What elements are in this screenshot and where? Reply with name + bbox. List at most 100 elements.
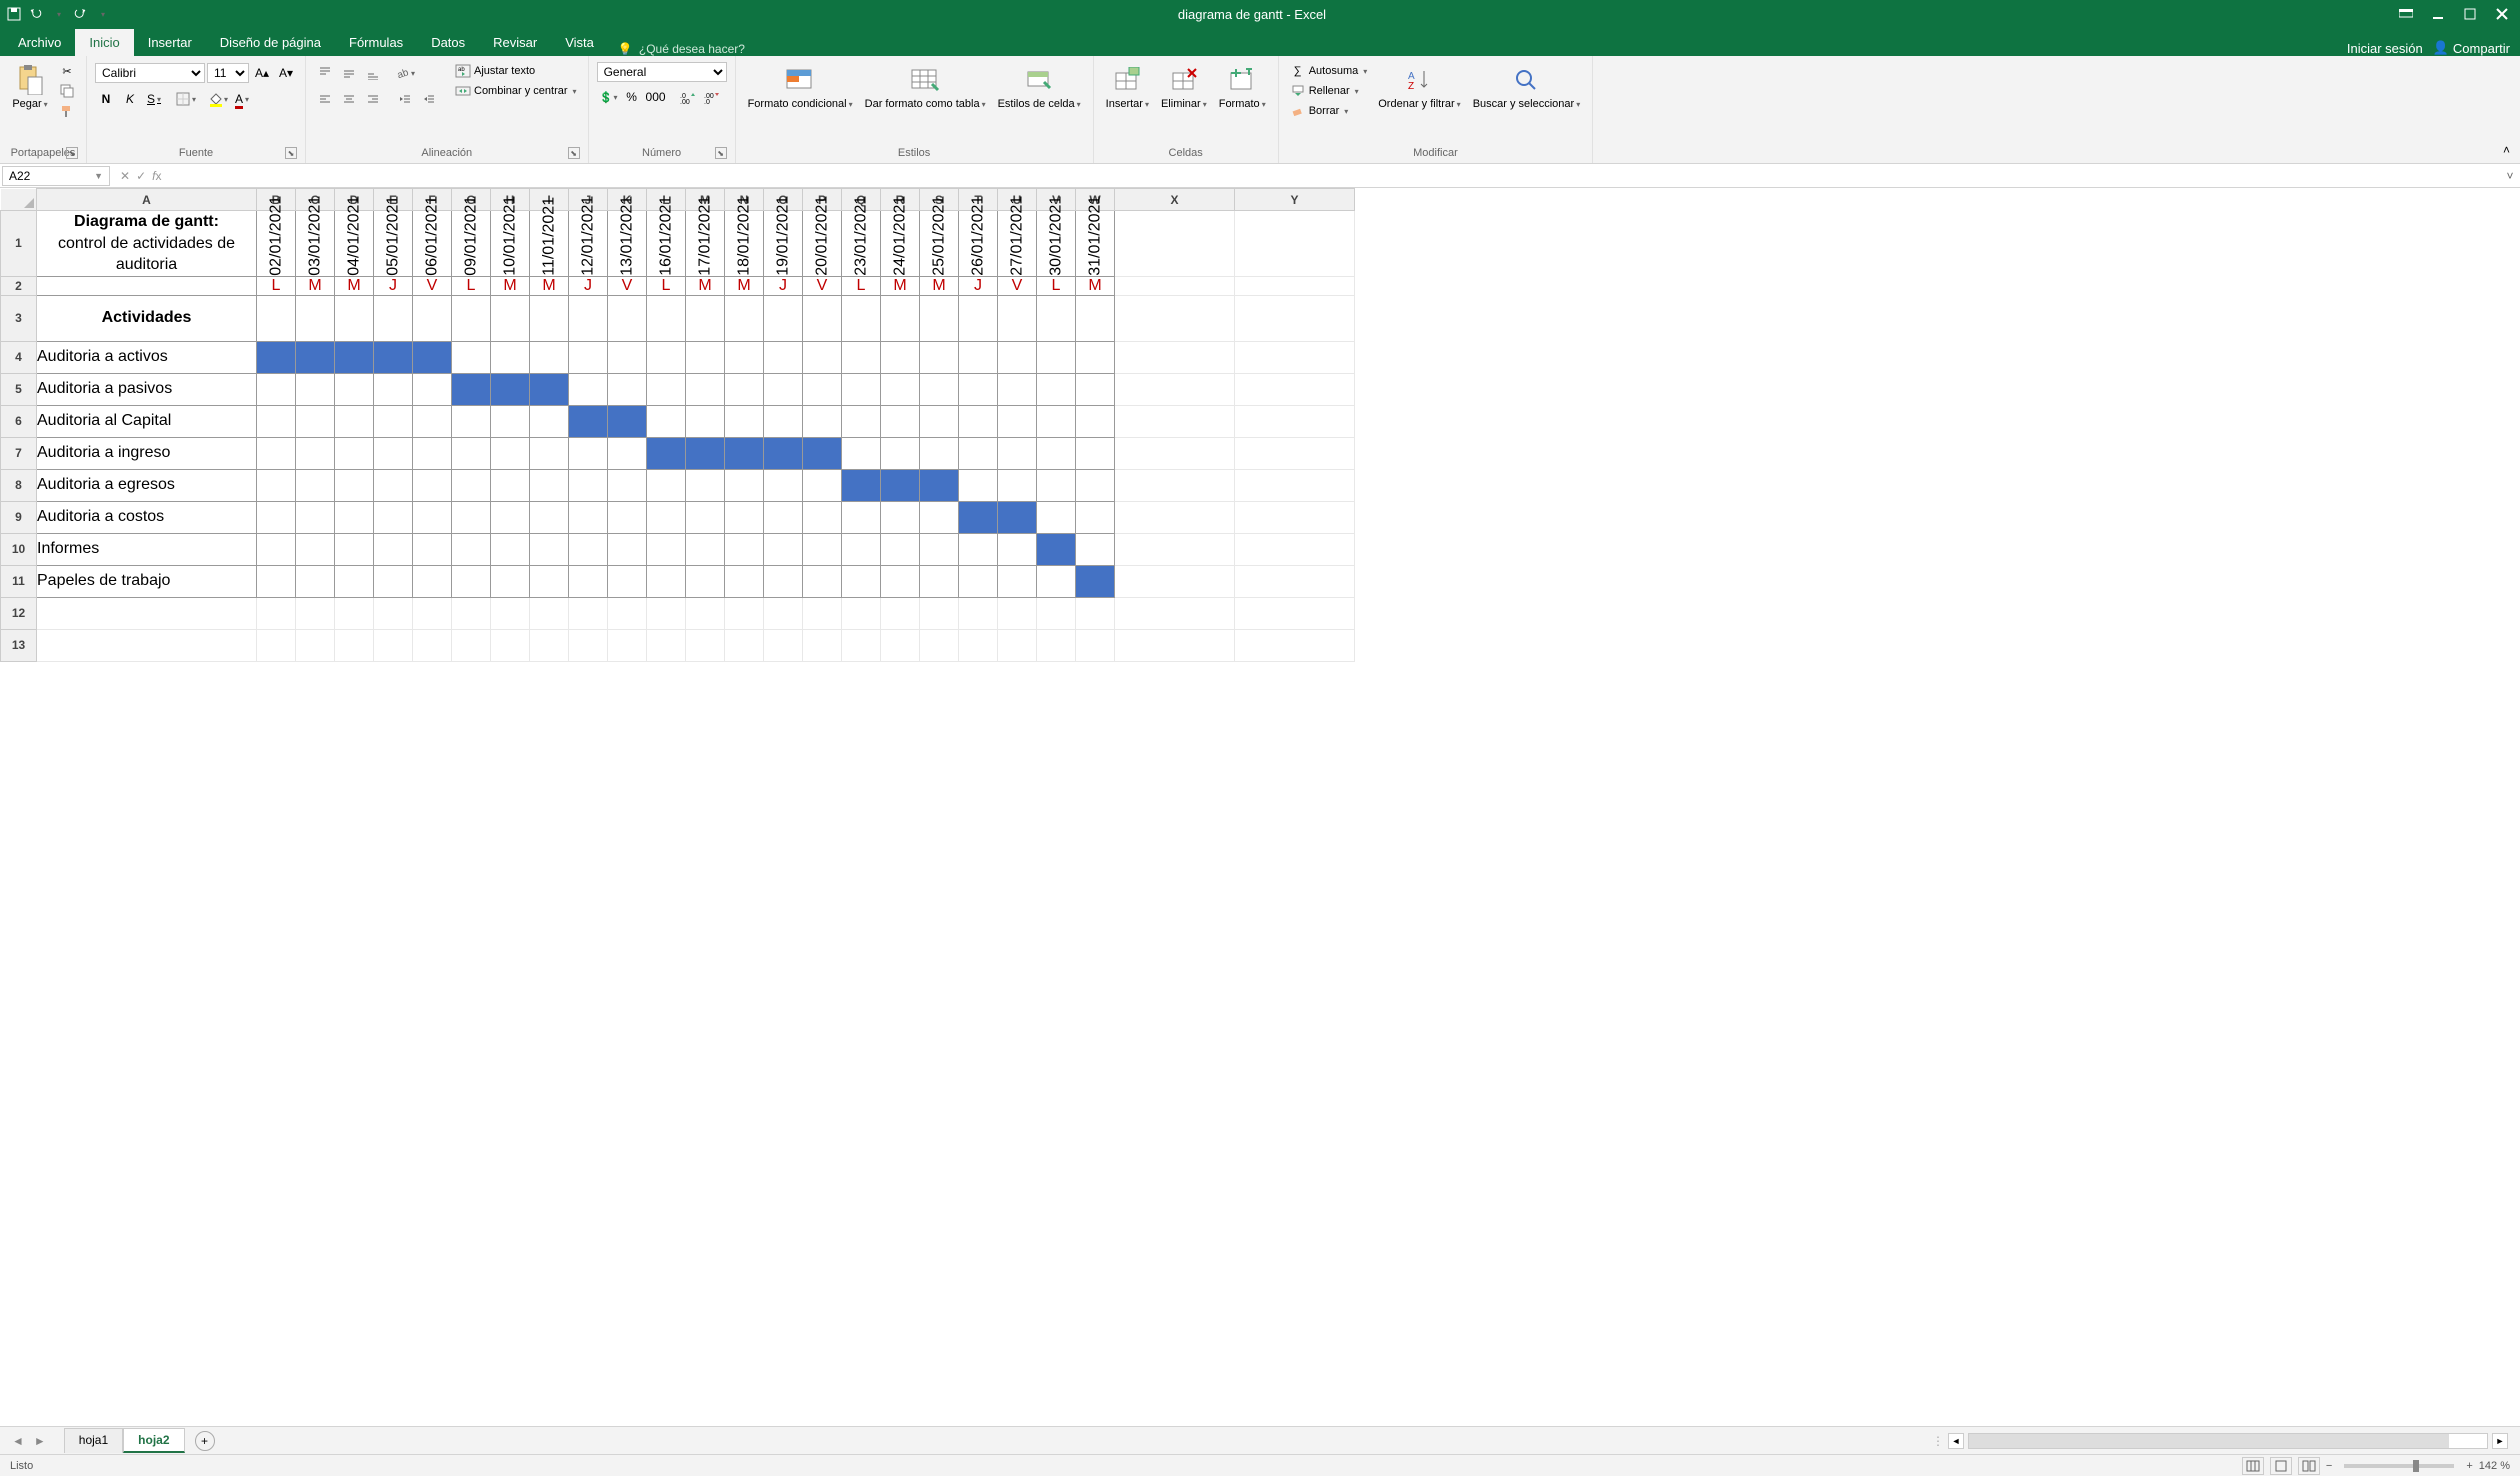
day-cell-3[interactable]: J: [374, 276, 413, 295]
gantt-cell-7-17[interactable]: [920, 437, 959, 469]
cell-X10[interactable]: [1115, 533, 1235, 565]
gantt-cell-6-2[interactable]: [335, 405, 374, 437]
align-center-button[interactable]: [338, 88, 360, 110]
date-cell-20[interactable]: 30/01/2021: [1037, 211, 1076, 277]
gantt-cell-9-20[interactable]: [1037, 501, 1076, 533]
gantt-cell-9-12[interactable]: [725, 501, 764, 533]
gantt-cell-6-16[interactable]: [881, 405, 920, 437]
cell-F13[interactable]: [413, 629, 452, 661]
select-all-corner[interactable]: [1, 189, 37, 211]
bold-button[interactable]: N: [95, 88, 117, 110]
gantt-cell-6-12[interactable]: [725, 405, 764, 437]
gantt-cell-5-21[interactable]: [1076, 373, 1115, 405]
format-cells-button[interactable]: Formato: [1215, 62, 1270, 113]
next-sheet-button[interactable]: ►: [30, 1434, 50, 1448]
gantt-cell-10-9[interactable]: [608, 533, 647, 565]
number-launcher[interactable]: ⬊: [715, 147, 727, 159]
cell-X12[interactable]: [1115, 597, 1235, 629]
date-cell-17[interactable]: 25/01/2021: [920, 211, 959, 277]
align-middle-button[interactable]: [338, 62, 360, 84]
gantt-cell-4-16[interactable]: [881, 341, 920, 373]
gantt-cell-9-16[interactable]: [881, 501, 920, 533]
gantt-cell-6-14[interactable]: [803, 405, 842, 437]
page-break-view-button[interactable]: [2298, 1457, 2320, 1475]
tab-fórmulas[interactable]: Fórmulas: [335, 29, 417, 56]
gantt-cell-4-14[interactable]: [803, 341, 842, 373]
cell-J12[interactable]: [569, 597, 608, 629]
date-cell-1[interactable]: 03/01/2021: [296, 211, 335, 277]
format-painter-button[interactable]: [56, 102, 78, 120]
tell-me-search[interactable]: 💡 ¿Qué desea hacer?: [618, 42, 745, 56]
close-button[interactable]: [2490, 4, 2514, 24]
align-top-button[interactable]: [314, 62, 336, 84]
cell-H13[interactable]: [491, 629, 530, 661]
row-header-10[interactable]: 10: [1, 533, 37, 565]
gantt-cell-4-6[interactable]: [491, 341, 530, 373]
font-launcher[interactable]: ⬊: [285, 147, 297, 159]
day-cell-19[interactable]: V: [998, 276, 1037, 295]
gantt-cell-4-20[interactable]: [1037, 341, 1076, 373]
gantt-title-cell[interactable]: Diagrama de gantt:control de actividades…: [37, 211, 257, 277]
cell-R13[interactable]: [881, 629, 920, 661]
gantt-cell-10-0[interactable]: [257, 533, 296, 565]
cell-M13[interactable]: [686, 629, 725, 661]
gantt-cell-6-10[interactable]: [647, 405, 686, 437]
col-header-Y[interactable]: Y: [1235, 189, 1355, 211]
cell-U3[interactable]: [998, 295, 1037, 341]
date-cell-21[interactable]: 31/01/2021: [1076, 211, 1115, 277]
cell-C12[interactable]: [296, 597, 335, 629]
comma-style-button[interactable]: 000: [645, 86, 667, 108]
gantt-cell-5-7[interactable]: [530, 373, 569, 405]
gantt-cell-5-18[interactable]: [959, 373, 998, 405]
cell-Y2[interactable]: [1235, 276, 1355, 295]
spreadsheet-grid[interactable]: ABCDEFGHIJKLMNOPQRSTUVWXY1Diagrama de ga…: [0, 188, 2520, 1426]
gantt-cell-10-10[interactable]: [647, 533, 686, 565]
cell-Y3[interactable]: [1235, 295, 1355, 341]
gantt-cell-11-3[interactable]: [374, 565, 413, 597]
hscroll-right[interactable]: ►: [2492, 1433, 2508, 1449]
gantt-cell-7-4[interactable]: [413, 437, 452, 469]
cell-E13[interactable]: [374, 629, 413, 661]
cell-C13[interactable]: [296, 629, 335, 661]
gantt-cell-4-1[interactable]: [296, 341, 335, 373]
fill-button[interactable]: Rellenar: [1287, 82, 1371, 100]
cell-L13[interactable]: [647, 629, 686, 661]
day-cell-0[interactable]: L: [257, 276, 296, 295]
gantt-cell-5-12[interactable]: [725, 373, 764, 405]
gantt-cell-11-7[interactable]: [530, 565, 569, 597]
cell-Y12[interactable]: [1235, 597, 1355, 629]
day-cell-15[interactable]: L: [842, 276, 881, 295]
cell-G3[interactable]: [452, 295, 491, 341]
share-button[interactable]: 👤 Compartir: [2433, 40, 2510, 56]
gantt-cell-5-3[interactable]: [374, 373, 413, 405]
cell-T3[interactable]: [959, 295, 998, 341]
date-cell-14[interactable]: 20/01/2021: [803, 211, 842, 277]
gantt-cell-7-18[interactable]: [959, 437, 998, 469]
gantt-cell-8-8[interactable]: [569, 469, 608, 501]
cell-Y13[interactable]: [1235, 629, 1355, 661]
align-right-button[interactable]: [362, 88, 384, 110]
gantt-cell-7-16[interactable]: [881, 437, 920, 469]
gantt-cell-11-14[interactable]: [803, 565, 842, 597]
cell-N3[interactable]: [725, 295, 764, 341]
gantt-cell-6-13[interactable]: [764, 405, 803, 437]
gantt-cell-11-6[interactable]: [491, 565, 530, 597]
gantt-cell-9-14[interactable]: [803, 501, 842, 533]
gantt-cell-10-5[interactable]: [452, 533, 491, 565]
gantt-cell-7-20[interactable]: [1037, 437, 1076, 469]
gantt-cell-11-2[interactable]: [335, 565, 374, 597]
gantt-cell-8-19[interactable]: [998, 469, 1037, 501]
date-cell-4[interactable]: 06/01/2021: [413, 211, 452, 277]
gantt-cell-7-9[interactable]: [608, 437, 647, 469]
cell-F12[interactable]: [413, 597, 452, 629]
cell-Y8[interactable]: [1235, 469, 1355, 501]
gantt-cell-8-5[interactable]: [452, 469, 491, 501]
day-cell-1[interactable]: M: [296, 276, 335, 295]
row-header-13[interactable]: 13: [1, 629, 37, 661]
gantt-cell-5-10[interactable]: [647, 373, 686, 405]
gantt-cell-6-21[interactable]: [1076, 405, 1115, 437]
day-cell-5[interactable]: L: [452, 276, 491, 295]
gantt-cell-8-13[interactable]: [764, 469, 803, 501]
gantt-cell-4-18[interactable]: [959, 341, 998, 373]
gantt-cell-5-2[interactable]: [335, 373, 374, 405]
